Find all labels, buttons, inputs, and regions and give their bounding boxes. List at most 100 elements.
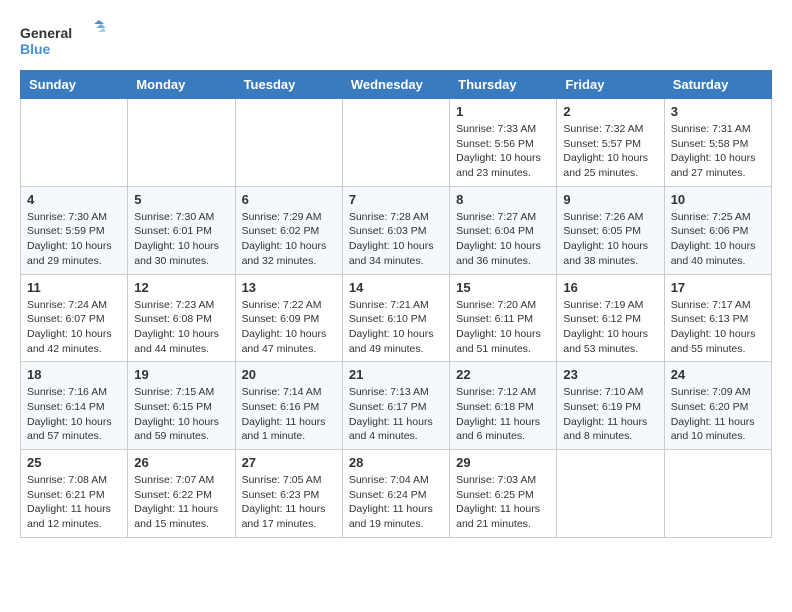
calendar-week-2: 4 Sunrise: 7:30 AM Sunset: 5:59 PM Daylig… xyxy=(21,186,772,274)
calendar-cell: 6 Sunrise: 7:29 AM Sunset: 6:02 PM Daylig… xyxy=(235,186,342,274)
day-info: Sunrise: 7:25 AM Sunset: 6:06 PM Dayligh… xyxy=(671,210,765,269)
day-number: 11 xyxy=(27,280,121,295)
calendar-cell: 14 Sunrise: 7:21 AM Sunset: 6:10 PM Dayli… xyxy=(342,274,449,362)
calendar-cell: 1 Sunrise: 7:33 AM Sunset: 5:56 PM Daylig… xyxy=(450,99,557,187)
day-number: 28 xyxy=(349,455,443,470)
calendar-week-5: 25 Sunrise: 7:08 AM Sunset: 6:21 PM Dayli… xyxy=(21,450,772,538)
day-number: 19 xyxy=(134,367,228,382)
calendar-cell: 5Sunrise: 7:30 AM Sunset: 6:01 PM Daylig… xyxy=(128,186,235,274)
day-info: Sunrise: 7:30 AM Sunset: 5:59 PM Dayligh… xyxy=(27,210,121,269)
day-number: 5 xyxy=(134,192,228,207)
day-number: 21 xyxy=(349,367,443,382)
calendar-cell: 22 Sunrise: 7:12 AM Sunset: 6:18 PM Dayli… xyxy=(450,362,557,450)
day-number: 2 xyxy=(563,104,657,119)
calendar-cell: 23Sunrise: 7:10 AM Sunset: 6:19 PM Dayli… xyxy=(557,362,664,450)
day-header-friday: Friday xyxy=(557,71,664,99)
calendar-cell: 9Sunrise: 7:26 AM Sunset: 6:05 PM Daylig… xyxy=(557,186,664,274)
day-header-monday: Monday xyxy=(128,71,235,99)
calendar-cell xyxy=(557,450,664,538)
day-number: 16 xyxy=(563,280,657,295)
calendar-week-1: 1 Sunrise: 7:33 AM Sunset: 5:56 PM Daylig… xyxy=(21,99,772,187)
day-info: Sunrise: 7:29 AM Sunset: 6:02 PM Dayligh… xyxy=(242,210,336,269)
day-info: Sunrise: 7:04 AM Sunset: 6:24 PM Dayligh… xyxy=(349,473,443,532)
day-info: Sunrise: 7:03 AM Sunset: 6:25 PM Dayligh… xyxy=(456,473,550,532)
calendar-cell: 18 Sunrise: 7:16 AM Sunset: 6:14 PM Dayli… xyxy=(21,362,128,450)
calendar-cell: 11 Sunrise: 7:24 AM Sunset: 6:07 PM Dayli… xyxy=(21,274,128,362)
calendar-cell: 21Sunrise: 7:13 AM Sunset: 6:17 PM Dayli… xyxy=(342,362,449,450)
calendar-cell: 19 Sunrise: 7:15 AM Sunset: 6:15 PM Dayli… xyxy=(128,362,235,450)
day-number: 13 xyxy=(242,280,336,295)
day-info: Sunrise: 7:19 AM Sunset: 6:12 PM Dayligh… xyxy=(563,298,657,357)
day-number: 24 xyxy=(671,367,765,382)
day-number: 7 xyxy=(349,192,443,207)
calendar-cell: 20 Sunrise: 7:14 AM Sunset: 6:16 PM Dayli… xyxy=(235,362,342,450)
calendar-cell: 28 Sunrise: 7:04 AM Sunset: 6:24 PM Dayli… xyxy=(342,450,449,538)
calendar-cell xyxy=(235,99,342,187)
day-info: Sunrise: 7:23 AM Sunset: 6:08 PM Dayligh… xyxy=(134,298,228,357)
day-number: 26 xyxy=(134,455,228,470)
calendar-week-4: 18 Sunrise: 7:16 AM Sunset: 6:14 PM Dayli… xyxy=(21,362,772,450)
calendar-cell: 10 Sunrise: 7:25 AM Sunset: 6:06 PM Dayli… xyxy=(664,186,771,274)
day-info: Sunrise: 7:26 AM Sunset: 6:05 PM Dayligh… xyxy=(563,210,657,269)
calendar-cell: 25 Sunrise: 7:08 AM Sunset: 6:21 PM Dayli… xyxy=(21,450,128,538)
day-info: Sunrise: 7:21 AM Sunset: 6:10 PM Dayligh… xyxy=(349,298,443,357)
calendar: SundayMondayTuesdayWednesdayThursdayFrid… xyxy=(20,70,772,538)
logo-svg: General Blue xyxy=(20,20,105,60)
day-info: Sunrise: 7:24 AM Sunset: 6:07 PM Dayligh… xyxy=(27,298,121,357)
calendar-cell: 4 Sunrise: 7:30 AM Sunset: 5:59 PM Daylig… xyxy=(21,186,128,274)
calendar-cell: 7 Sunrise: 7:28 AM Sunset: 6:03 PM Daylig… xyxy=(342,186,449,274)
calendar-cell: 12 Sunrise: 7:23 AM Sunset: 6:08 PM Dayli… xyxy=(128,274,235,362)
calendar-cell: 24 Sunrise: 7:09 AM Sunset: 6:20 PM Dayli… xyxy=(664,362,771,450)
day-info: Sunrise: 7:33 AM Sunset: 5:56 PM Dayligh… xyxy=(456,122,550,181)
day-info: Sunrise: 7:12 AM Sunset: 6:18 PM Dayligh… xyxy=(456,385,550,444)
calendar-cell: 17 Sunrise: 7:17 AM Sunset: 6:13 PM Dayli… xyxy=(664,274,771,362)
day-number: 15 xyxy=(456,280,550,295)
calendar-cell xyxy=(664,450,771,538)
day-info: Sunrise: 7:31 AM Sunset: 5:58 PM Dayligh… xyxy=(671,122,765,181)
calendar-cell: 16 Sunrise: 7:19 AM Sunset: 6:12 PM Dayli… xyxy=(557,274,664,362)
day-number: 27 xyxy=(242,455,336,470)
calendar-cell: 13 Sunrise: 7:22 AM Sunset: 6:09 PM Dayli… xyxy=(235,274,342,362)
day-header-thursday: Thursday xyxy=(450,71,557,99)
day-number: 20 xyxy=(242,367,336,382)
svg-text:General: General xyxy=(20,25,72,41)
calendar-cell: 3 Sunrise: 7:31 AM Sunset: 5:58 PM Daylig… xyxy=(664,99,771,187)
calendar-header-row: SundayMondayTuesdayWednesdayThursdayFrid… xyxy=(21,71,772,99)
day-number: 12 xyxy=(134,280,228,295)
day-header-sunday: Sunday xyxy=(21,71,128,99)
calendar-cell: 8Sunrise: 7:27 AM Sunset: 6:04 PM Daylig… xyxy=(450,186,557,274)
day-number: 22 xyxy=(456,367,550,382)
calendar-cell: 15 Sunrise: 7:20 AM Sunset: 6:11 PM Dayli… xyxy=(450,274,557,362)
day-number: 1 xyxy=(456,104,550,119)
day-info: Sunrise: 7:27 AM Sunset: 6:04 PM Dayligh… xyxy=(456,210,550,269)
day-number: 10 xyxy=(671,192,765,207)
day-info: Sunrise: 7:14 AM Sunset: 6:16 PM Dayligh… xyxy=(242,385,336,444)
day-number: 4 xyxy=(27,192,121,207)
day-info: Sunrise: 7:09 AM Sunset: 6:20 PM Dayligh… xyxy=(671,385,765,444)
calendar-week-3: 11 Sunrise: 7:24 AM Sunset: 6:07 PM Dayli… xyxy=(21,274,772,362)
calendar-cell xyxy=(342,99,449,187)
calendar-cell: 26Sunrise: 7:07 AM Sunset: 6:22 PM Dayli… xyxy=(128,450,235,538)
day-info: Sunrise: 7:20 AM Sunset: 6:11 PM Dayligh… xyxy=(456,298,550,357)
day-header-saturday: Saturday xyxy=(664,71,771,99)
calendar-cell: 2 Sunrise: 7:32 AM Sunset: 5:57 PM Daylig… xyxy=(557,99,664,187)
day-info: Sunrise: 7:17 AM Sunset: 6:13 PM Dayligh… xyxy=(671,298,765,357)
day-info: Sunrise: 7:15 AM Sunset: 6:15 PM Dayligh… xyxy=(134,385,228,444)
day-info: Sunrise: 7:10 AM Sunset: 6:19 PM Dayligh… xyxy=(563,385,657,444)
calendar-cell xyxy=(128,99,235,187)
day-info: Sunrise: 7:22 AM Sunset: 6:09 PM Dayligh… xyxy=(242,298,336,357)
day-number: 6 xyxy=(242,192,336,207)
day-info: Sunrise: 7:28 AM Sunset: 6:03 PM Dayligh… xyxy=(349,210,443,269)
day-info: Sunrise: 7:08 AM Sunset: 6:21 PM Dayligh… xyxy=(27,473,121,532)
calendar-cell xyxy=(21,99,128,187)
day-info: Sunrise: 7:32 AM Sunset: 5:57 PM Dayligh… xyxy=(563,122,657,181)
day-info: Sunrise: 7:16 AM Sunset: 6:14 PM Dayligh… xyxy=(27,385,121,444)
day-number: 17 xyxy=(671,280,765,295)
day-header-tuesday: Tuesday xyxy=(235,71,342,99)
day-number: 18 xyxy=(27,367,121,382)
day-number: 25 xyxy=(27,455,121,470)
day-number: 14 xyxy=(349,280,443,295)
day-number: 3 xyxy=(671,104,765,119)
calendar-body: 1 Sunrise: 7:33 AM Sunset: 5:56 PM Daylig… xyxy=(21,99,772,538)
calendar-cell: 29Sunrise: 7:03 AM Sunset: 6:25 PM Dayli… xyxy=(450,450,557,538)
